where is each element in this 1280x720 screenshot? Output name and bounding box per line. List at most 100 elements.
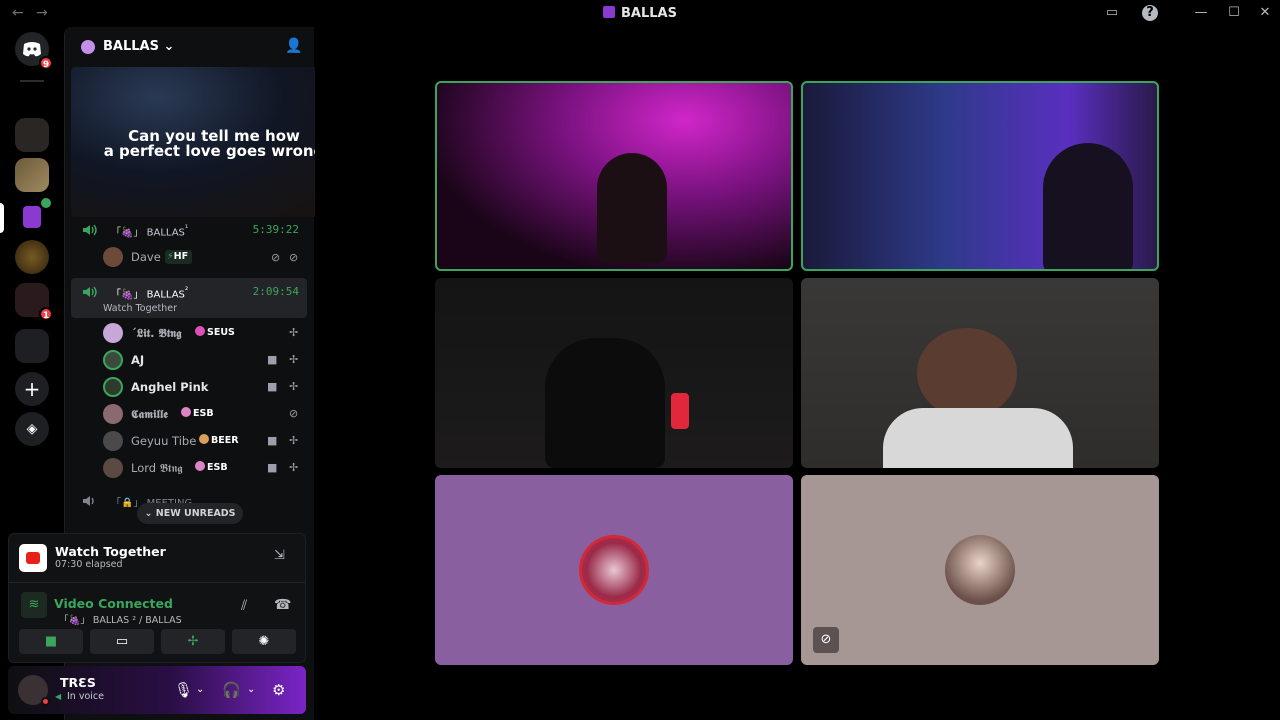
video-icon: ■ [267,461,278,474]
channel-timer: 5:39:22 [252,223,299,236]
settings-gear-icon[interactable]: ⚙ [272,681,285,699]
prestige-server-icon[interactable] [15,240,49,274]
speaker-icon [83,496,94,506]
title-bar: ← → BALLAS ▭ ? — ☐ ✕ [0,0,1280,27]
close-button[interactable]: ✕ [1256,5,1274,21]
video-icon: ■ [267,434,278,447]
voice-member[interactable]: ˊ𝕷𝖎𝖙. 𝕭𝖙𝖓𝖌 SEUS ✢ [103,321,307,345]
muted-mic-icon: ⊘ [289,407,299,420]
participant-face [917,328,1017,418]
signal-icon[interactable]: ≋ [21,592,47,618]
server-folder-2[interactable] [15,329,49,363]
window-title-text: BALLAS [621,6,677,21]
video-tile-4[interactable] [801,278,1159,468]
avatar [103,431,123,451]
headphones-icon[interactable]: 🎧 [222,681,241,699]
server-header[interactable]: BALLAS ⌄ 👤 [65,27,315,67]
voice-member[interactable]: AJ ■ ✢ [103,348,307,372]
speaker-icon [83,286,97,298]
activity-icon: ✢ [289,434,299,447]
voice-channel-ballas-1[interactable]: 「🍇」 BALLAS¹ 5:39:22 [71,218,307,242]
participant-avatar [579,535,649,605]
video-tile-5[interactable] [435,475,793,665]
voice-member[interactable]: Lord 𝕭𝖙𝖓𝖌 ESB ■ ✢ [103,456,307,480]
channel-activity: Watch Together [103,303,177,314]
voice-status-icon: ◀ [55,692,62,701]
deafened-icon: ⊘ [289,251,299,264]
disconnect-icon[interactable]: ☎ [274,597,291,613]
new-unreads-button[interactable]: ⌄ NEW UNREADS [137,503,243,524]
video-icon: ■ [267,353,278,366]
invite-people-icon[interactable]: 👤 [285,38,302,54]
member-name: ˊ𝕷𝖎𝖙. 𝕭𝖙𝖓𝖌 [131,326,182,340]
window-title: BALLAS [0,6,1280,21]
server-avatar-2[interactable] [15,158,49,192]
participant-avatar [945,535,1015,605]
member-name: 𝕮𝖆𝖒𝖎𝖑𝖑𝖊 [131,407,168,421]
server-name-text: BALLAS [103,39,159,54]
participant-shirt [883,408,1073,468]
soundboard-button[interactable]: ✺ [232,629,296,654]
video-tile-1[interactable] [435,81,793,271]
server-avatar-1[interactable] [15,118,49,152]
help-icon[interactable]: ? [1142,5,1158,21]
new-unreads-label: NEW UNREADS [155,508,236,519]
voice-member[interactable]: Geyuu Tibe BEER ■ ✢ [103,429,307,453]
activities-button[interactable]: ✢ [161,629,225,654]
voice-member[interactable]: 𝕮𝖆𝖒𝖎𝖑𝖑𝖊 ESB ⊘ [103,402,307,426]
member-name: AJ [131,353,145,367]
tag-text: BEER [211,435,239,446]
channel-name: 「🍇」 BALLAS² [111,285,189,301]
server-ballas-icon[interactable] [15,196,53,234]
camera-button[interactable]: ■ [19,629,83,654]
muted-mic-icon: ⊘ [813,627,839,653]
video-stage: ⊘ [315,27,1280,720]
minimize-button[interactable]: — [1192,5,1210,21]
participant-silhouette [545,338,665,468]
video-tile-6[interactable]: ⊘ [801,475,1159,665]
member-tag: ⚡HF [165,250,193,264]
status-dnd-icon [41,697,50,706]
voice-member[interactable]: Dave ⚡HF ⊘ ⊘ [103,245,307,269]
microphone-icon[interactable]: 🎙 [174,681,193,699]
voice-channel-path[interactable]: 「🍇」 BALLAS ² / BALLAS [59,612,182,626]
explore-icon[interactable]: ◈ [15,412,49,446]
maximize-button[interactable]: ☐ [1225,5,1243,21]
video-tile-3[interactable] [435,278,793,468]
voice-member[interactable]: Anghel Pink ■ ✢ [103,375,307,399]
user-panel: TRƐS ◀ In voice 🎙 ⌄ 🎧 ⌄ ⚙ [8,666,306,714]
popout-icon[interactable]: ⇲ [274,548,285,563]
divider [9,582,305,583]
member-name: Dave [131,250,161,264]
server-icon [603,6,616,18]
participant-silhouette [1043,143,1133,269]
voice-channel-ballas-2[interactable]: 「🍇」 BALLAS² 2:09:54 Watch Together [71,278,307,318]
mic-options-chevron-icon[interactable]: ⌄ [196,684,204,695]
server-boost-icon [81,40,95,54]
activity-icon: ✢ [289,353,299,366]
server-folder-1[interactable]: 1 [15,283,53,321]
avatar [103,458,123,478]
inbox-icon[interactable]: ▭ [1103,5,1121,21]
member-tag: SEUS [193,326,239,340]
active-server-pill [0,203,4,233]
member-tag: ESB [179,407,218,421]
avatar [103,247,123,267]
tag-text: ESB [207,462,228,473]
dm-badge: 1 [39,307,53,321]
member-tag: ESB [193,461,232,475]
user-status: In voice [67,691,104,702]
speaker-icon [83,224,97,236]
screen-share-button[interactable]: ▭ [90,629,154,654]
video-tile-2[interactable] [801,81,1159,271]
rail-divider [20,80,44,82]
add-server-icon[interactable]: + [15,372,49,406]
activity-title: Watch Together [55,544,166,559]
video-icon: ■ [267,380,278,393]
noise-suppression-icon[interactable]: ⫽ [241,598,247,614]
audio-options-chevron-icon[interactable]: ⌄ [247,684,255,695]
red-lamp [671,393,689,429]
tag-text: ESB [193,408,214,419]
username: TRƐS [60,675,96,690]
discord-home-icon[interactable]: 9 [15,32,53,70]
